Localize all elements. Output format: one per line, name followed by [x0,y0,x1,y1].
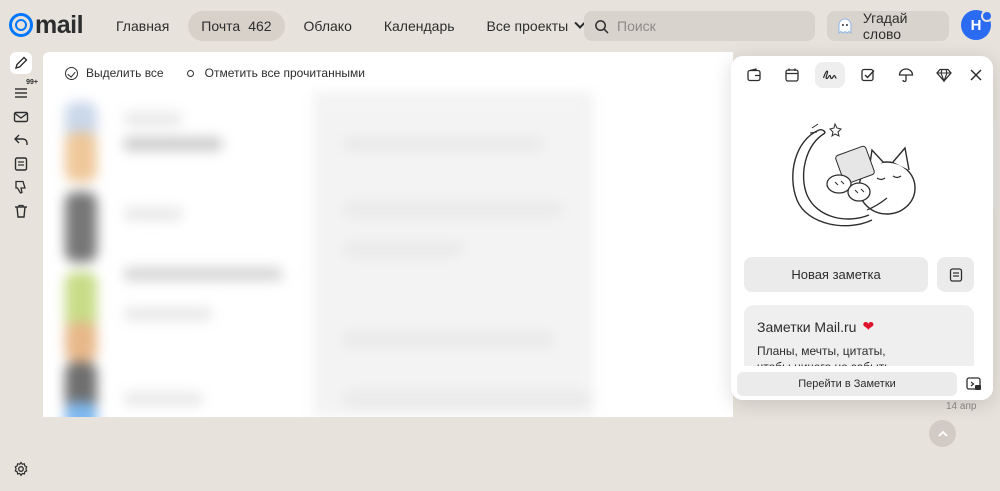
drafts-button[interactable] [10,153,32,175]
go-to-notes-label: Перейти в Заметки [798,378,896,390]
all-mail-button[interactable]: 99+ [10,79,38,104]
new-note-label: Новая заметка [791,267,881,282]
nav-mail-label: Почта [201,18,241,34]
tab-calendar[interactable] [777,62,807,88]
note-list-icon [949,267,962,282]
new-note-button[interactable]: Новая заметка [744,257,928,292]
spam-button[interactable] [10,176,32,198]
document-icon [14,156,28,171]
top-nav: Главная Почта 462 Облако Календарь Все пр… [103,11,597,41]
ghost-icon [838,18,852,34]
mail-date: 14 апр [946,401,977,412]
nav-home-label: Главная [116,18,170,34]
calendar-icon [785,68,799,82]
promo-title: Заметки Mail.ru ❤ [757,318,961,335]
notes-script-icon [822,70,837,80]
nav-mail-count: 462 [248,18,272,34]
logo-text: mail [35,11,84,39]
notes-popup: Новая заметка Заметки Mail.ru ❤ Планы, м… [731,56,993,400]
nav-calendar-label: Календарь [383,18,455,34]
guess-word-label: Угадай слово [862,10,908,42]
at-logo-icon [9,13,33,37]
unread-badge: 99+ [26,79,38,86]
notes-tabs [739,62,959,88]
search-input[interactable] [617,18,807,34]
go-to-notes-button[interactable]: Перейти в Заметки [737,372,957,396]
heart-icon: ❤ [862,318,875,334]
inbox-button[interactable] [10,106,32,128]
header: mail Главная Почта 462 Облако Календарь В… [0,0,1000,52]
left-rail: 99+ [10,52,38,223]
nav-cloud-label: Облако [303,18,352,34]
notes-footer: Перейти в Заметки [731,366,993,400]
tab-premium[interactable] [929,62,959,88]
mark-all-read-button[interactable]: Отметить все прочитанными [184,66,365,80]
nav-all-projects-label: Все проекты [486,18,569,34]
scroll-to-top-button[interactable] [929,420,956,447]
diamond-icon [936,68,952,83]
sleeping-cat-illustration [792,122,916,227]
mail-list-panel: Выделить все Отметить все прочитанными [43,52,733,417]
notes-list-button[interactable] [937,257,974,292]
nav-all-projects[interactable]: Все проекты [474,11,598,41]
open-in-new-icon[interactable] [965,375,983,393]
pencil-icon [14,56,28,70]
select-all-label: Выделить все [86,66,164,80]
compose-button[interactable] [10,52,32,74]
checkbox-icon [861,68,875,82]
tab-weather[interactable] [891,62,921,88]
nav-cloud[interactable]: Облако [291,11,365,41]
envelope-icon [13,111,29,122]
avatar[interactable]: Н [961,10,993,40]
blurred-mail-list [43,92,733,417]
promo-text-line-1: Планы, мечты, цитаты, [757,344,886,358]
nav-mail[interactable]: Почта 462 [188,11,285,41]
select-all-button[interactable]: Выделить все [65,66,164,80]
nav-home[interactable]: Главная [103,11,182,41]
circle-icon [186,69,194,77]
tab-wallet[interactable] [739,62,769,88]
mark-all-read-label: Отметить все прочитанными [204,66,365,80]
thumbs-down-icon [15,180,26,194]
mail-toolbar: Выделить все Отметить все прочитанными [65,66,365,80]
guess-word-button[interactable]: Угадай слово [827,10,949,42]
scrollbar[interactable] [993,120,998,210]
umbrella-icon [898,68,914,83]
list-icon [15,88,27,98]
close-icon[interactable] [969,68,983,82]
promo-title-text: Заметки Mail.ru [757,318,857,335]
gear-icon[interactable] [13,461,29,477]
nav-calendar[interactable]: Календарь [371,11,468,41]
tab-tasks[interactable] [853,62,883,88]
reply-icon [14,134,28,145]
mail-logo[interactable]: mail [9,11,84,39]
trash-icon [15,204,27,218]
tab-notes[interactable] [815,62,845,88]
avatar-initial: Н [970,16,982,34]
search-box[interactable] [584,11,815,41]
wallet-icon [747,68,761,82]
trash-button[interactable] [10,200,32,222]
chevron-up-icon [937,430,948,437]
search-icon [595,19,609,33]
check-circle-icon [65,66,78,80]
sent-button[interactable] [10,129,32,151]
